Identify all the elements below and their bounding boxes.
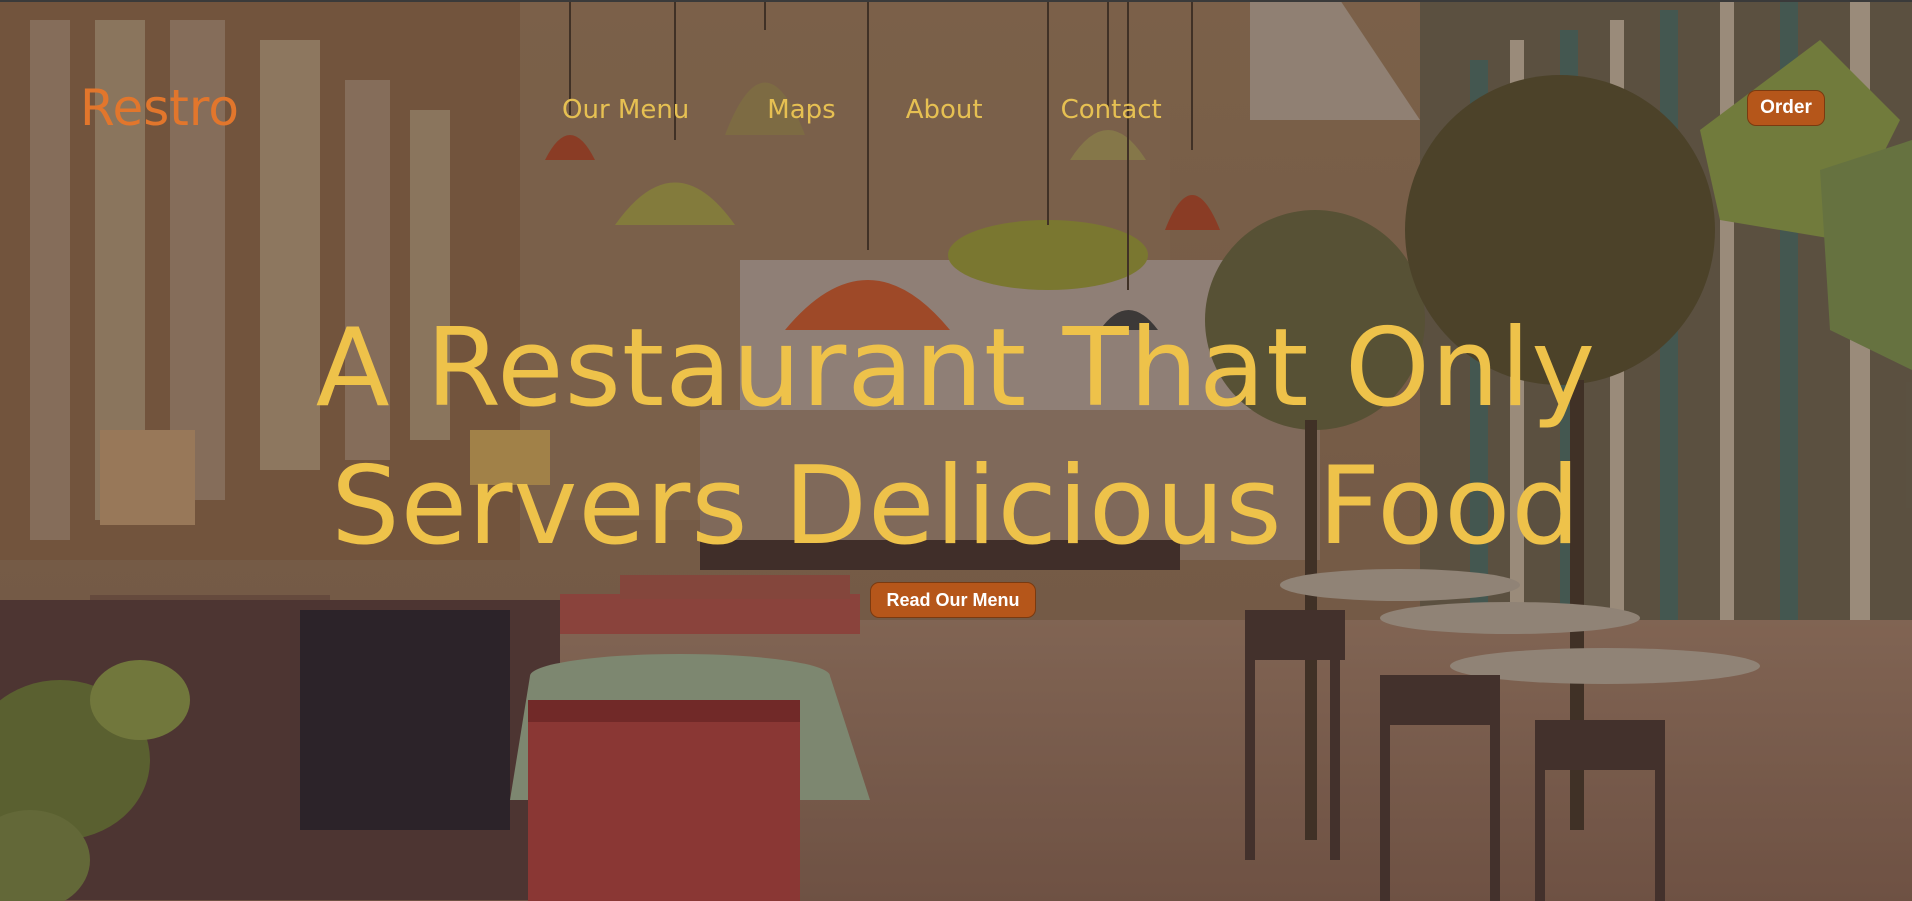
hero-title: A Restaurant That Only Servers Delicious… [0, 300, 1912, 576]
order-button[interactable]: Order [1747, 90, 1825, 126]
nav-links: Our Menu Maps About Contact [562, 90, 1162, 130]
hero-section: A Restaurant That Only Servers Delicious… [0, 300, 1912, 576]
read-menu-button[interactable]: Read Our Menu [870, 582, 1036, 618]
landing-page: Restro Our Menu Maps About Contact Order… [0, 0, 1912, 901]
navbar: Restro Our Menu Maps About Contact Order [0, 0, 1912, 216]
nav-link-our-menu[interactable]: Our Menu [562, 95, 689, 125]
hero-title-line-2: Servers Delicious Food [331, 444, 1581, 569]
nav-link-about[interactable]: About [906, 95, 983, 125]
nav-link-contact[interactable]: Contact [1061, 95, 1162, 125]
hero-title-line-1: A Restaurant That Only [315, 306, 1597, 431]
nav-link-maps[interactable]: Maps [767, 95, 835, 125]
brand-logo[interactable]: Restro [80, 78, 239, 138]
